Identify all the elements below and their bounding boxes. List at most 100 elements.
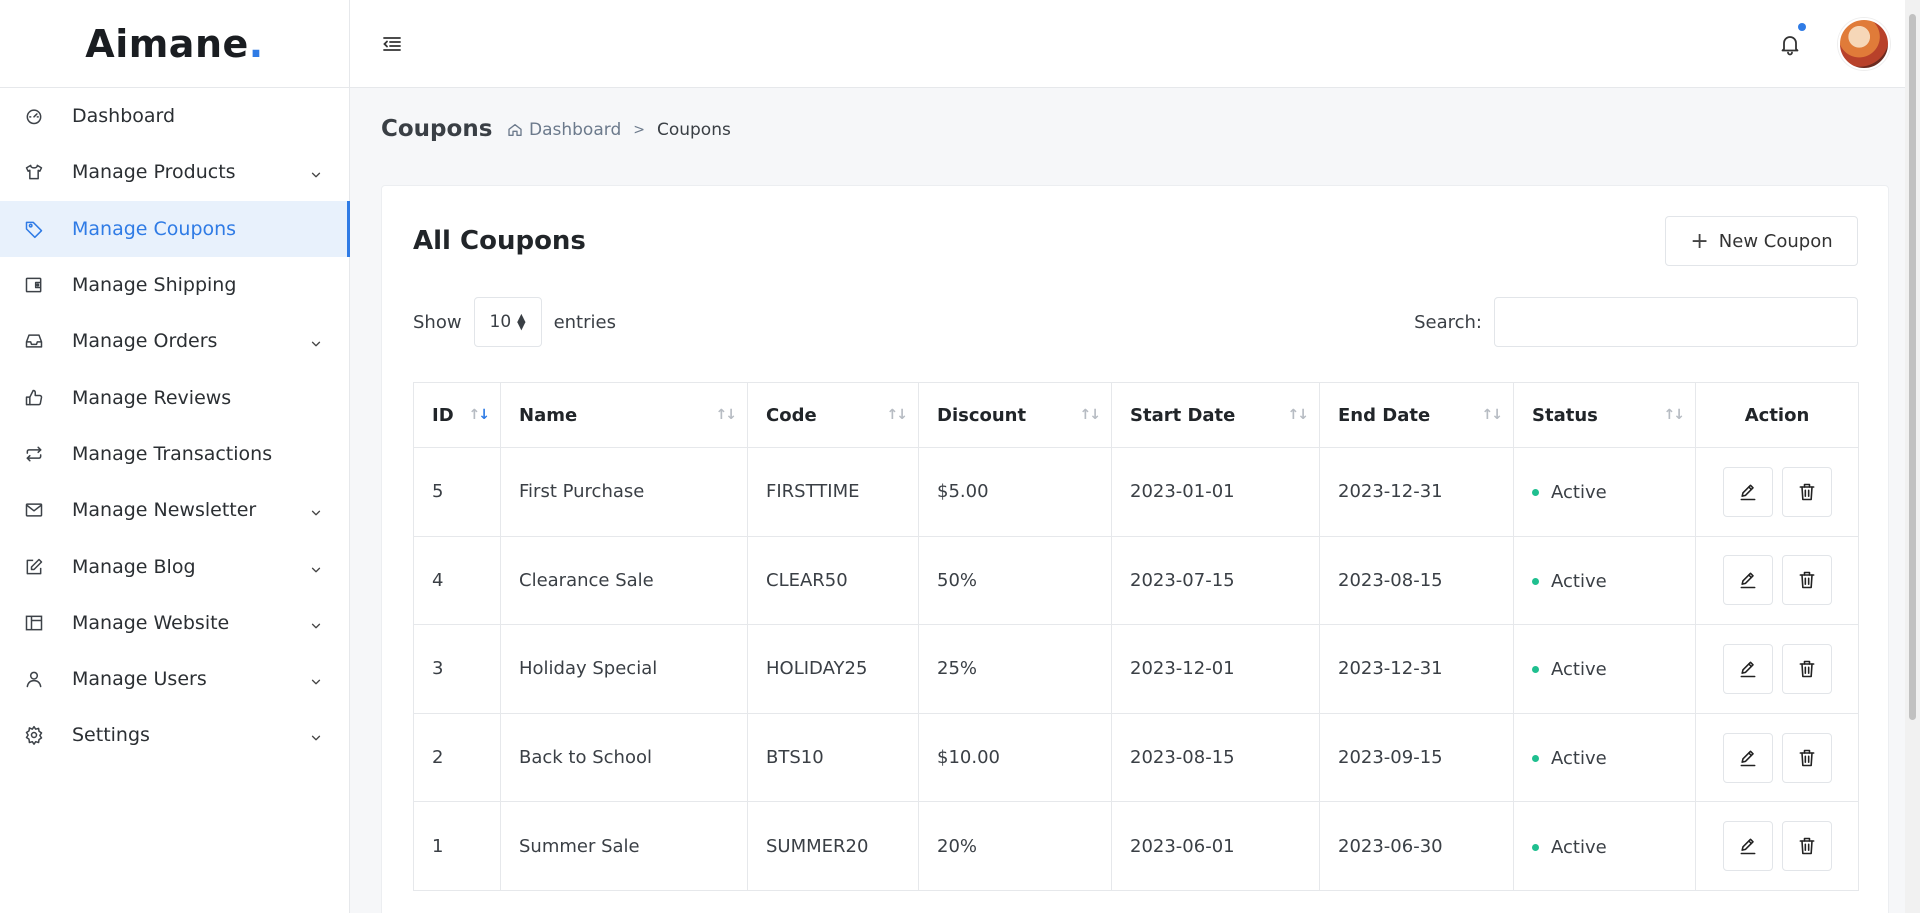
- status-label: Active: [1551, 836, 1607, 858]
- column-header-id[interactable]: ID ↑↓: [413, 382, 501, 448]
- column-header-status[interactable]: Status ↑↓: [1513, 382, 1696, 448]
- page-title: Coupons: [381, 116, 493, 142]
- sidebar-item-manage-orders[interactable]: Manage Orders: [0, 313, 349, 369]
- new-coupon-button[interactable]: + New Coupon: [1665, 216, 1858, 266]
- status-label: Active: [1551, 482, 1607, 504]
- sidebar-item-dashboard[interactable]: Dashboard: [0, 88, 349, 144]
- cell-name: Holiday Special: [500, 624, 748, 714]
- table-header-row: ID ↑↓ Name ↑↓ Code ↑↓ Discount ↑↓ Start Date…: [413, 382, 1859, 448]
- status-label: Active: [1551, 659, 1607, 681]
- chevron-down-icon: [309, 560, 323, 574]
- column-header-end-date[interactable]: End Date ↑↓: [1319, 382, 1514, 448]
- sidebar-item-manage-coupons[interactable]: Manage Coupons: [0, 200, 350, 258]
- card-title: All Coupons: [413, 226, 586, 256]
- avatar[interactable]: [1838, 18, 1890, 70]
- sidebar-item-label: Dashboard: [72, 105, 176, 128]
- sidebar-item-label: Manage Reviews: [72, 386, 232, 409]
- cell-status: Active: [1513, 624, 1696, 714]
- sidebar-item-label: Manage Blog: [72, 555, 196, 578]
- table-row: 2 Back to School BTS10 $10.00 2023-08-15 2023…: [413, 712, 1859, 803]
- edit-button[interactable]: [1722, 555, 1773, 606]
- cell-discount: 25%: [918, 624, 1112, 714]
- cell-code: FIRSTTIME: [747, 447, 919, 537]
- edit-button[interactable]: [1722, 732, 1773, 783]
- scrollbar[interactable]: [1905, 0, 1920, 913]
- sort-icon: ↑↓: [1663, 407, 1686, 423]
- topbar: [350, 0, 1920, 88]
- sidebar-item-manage-newsletter[interactable]: Manage Newsletter: [0, 482, 349, 538]
- cell-discount: $5.00: [918, 447, 1112, 537]
- status-dot: [1532, 489, 1539, 497]
- column-header-code[interactable]: Code ↑↓: [747, 382, 919, 448]
- cell-code: BTS10: [747, 712, 919, 803]
- delete-button[interactable]: [1781, 555, 1832, 606]
- sidebar-item-label: Manage Website: [72, 611, 230, 634]
- user-icon: [24, 669, 44, 689]
- delete-button[interactable]: [1781, 732, 1832, 783]
- sidebar-item-manage-website[interactable]: Manage Website: [0, 595, 349, 651]
- notification-bell-icon[interactable]: [1778, 23, 1806, 56]
- logo[interactable]: Aimane.: [85, 22, 263, 66]
- table-row: 3 Holiday Special HOLIDAY25 25% 2023-12-01 20…: [413, 624, 1859, 714]
- cell-name: Clearance Sale: [500, 535, 748, 626]
- sidebar-item-manage-blog[interactable]: Manage Blog: [0, 538, 349, 594]
- cell-start-date: 2023-08-15: [1111, 712, 1320, 803]
- row-actions: [1714, 555, 1840, 606]
- row-actions: [1714, 732, 1840, 783]
- scrollbar-thumb[interactable]: [1909, 14, 1916, 720]
- new-coupon-label: New Coupon: [1718, 230, 1833, 252]
- sort-icon: ↑↓: [1287, 407, 1310, 423]
- cell-action: [1695, 624, 1859, 714]
- cell-discount: 50%: [918, 535, 1112, 626]
- entries-select[interactable]: 10 ▲ ▼: [473, 297, 542, 347]
- trash-icon: [1797, 836, 1817, 856]
- status-badge: Active: [1532, 571, 1607, 592]
- sidebar-item-label: Manage Coupons: [72, 217, 237, 240]
- search-label: Search:: [1414, 311, 1482, 333]
- cell-discount: $10.00: [918, 712, 1112, 803]
- cell-id: 1: [413, 801, 501, 891]
- entries-label: entries: [553, 311, 616, 333]
- trash-icon: [1797, 659, 1817, 679]
- trash-icon: [1797, 570, 1817, 590]
- search-input[interactable]: [1494, 297, 1858, 347]
- cell-code: SUMMER20: [747, 801, 919, 891]
- sidebar-item-manage-reviews[interactable]: Manage Reviews: [0, 369, 349, 425]
- delete-button[interactable]: [1781, 643, 1832, 694]
- breadcrumb-separator: >: [633, 122, 645, 138]
- menu-toggle-icon[interactable]: [380, 32, 404, 56]
- sidebar-item-manage-shipping[interactable]: Manage Shipping: [0, 257, 349, 313]
- cell-id: 3: [413, 624, 501, 714]
- cell-action: [1695, 447, 1859, 537]
- column-header-action: Action: [1695, 382, 1859, 448]
- cell-id: 5: [413, 447, 501, 537]
- edit-button[interactable]: [1722, 821, 1773, 872]
- breadcrumb-dashboard-link[interactable]: Dashboard: [529, 120, 621, 140]
- sidebar-item-manage-users[interactable]: Manage Users: [0, 651, 349, 707]
- column-header-name[interactable]: Name ↑↓: [500, 382, 748, 448]
- pencil-icon: [1738, 482, 1758, 502]
- delete-button[interactable]: [1781, 466, 1832, 517]
- chevron-down-icon: [309, 165, 323, 179]
- sidebar-item-manage-transactions[interactable]: Manage Transactions: [0, 426, 349, 482]
- row-actions: [1714, 466, 1840, 517]
- sidebar-item-manage-products[interactable]: Manage Products: [0, 144, 349, 200]
- edit-button[interactable]: [1722, 643, 1773, 694]
- status-badge: Active: [1532, 659, 1607, 680]
- status-label: Active: [1551, 570, 1607, 592]
- edit-button[interactable]: [1722, 466, 1773, 517]
- tag-icon: [24, 219, 44, 239]
- column-header-start-date[interactable]: Start Date ↑↓: [1111, 382, 1320, 448]
- sort-icon: ↑↓: [715, 407, 738, 423]
- gear-icon: [24, 725, 44, 746]
- sidebar-item-settings[interactable]: Settings: [0, 707, 349, 763]
- column-header-discount[interactable]: Discount ↑↓: [918, 382, 1112, 448]
- home-icon: [507, 122, 523, 138]
- entries-value: 10: [489, 312, 512, 332]
- cell-action: [1695, 712, 1859, 803]
- cell-start-date: 2023-07-15: [1111, 535, 1320, 626]
- search-control: Search:: [1414, 297, 1858, 347]
- delete-button[interactable]: [1781, 821, 1832, 872]
- cell-name: Back to School: [500, 712, 748, 803]
- breadcrumb: Dashboard > Coupons: [507, 120, 731, 140]
